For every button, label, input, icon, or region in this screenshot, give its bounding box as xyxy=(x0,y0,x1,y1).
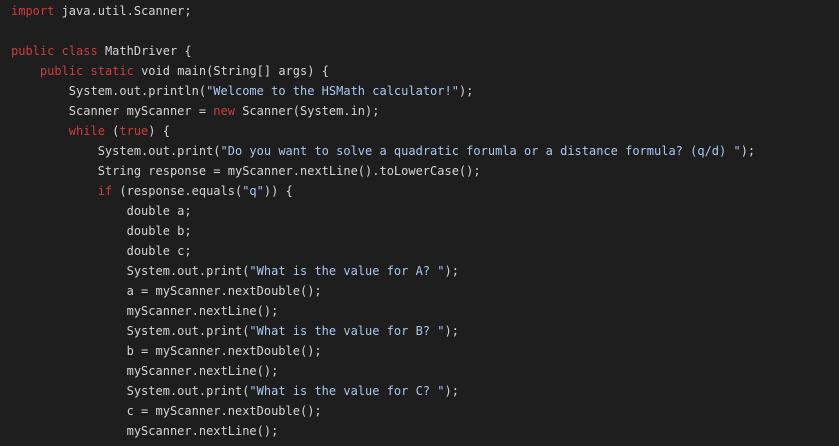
code-keyword: while xyxy=(68,124,105,138)
code-text: double c; xyxy=(126,244,192,258)
code-line[interactable]: myScanner.nextLine(); xyxy=(0,361,839,381)
code-text: double a; xyxy=(126,204,192,218)
code-line[interactable]: System.out.print("What is the value for … xyxy=(0,381,839,401)
code-string: "What is the value for A? " xyxy=(249,264,445,278)
code-keyword: if xyxy=(97,184,113,198)
code-text: void main(String[] args) { xyxy=(133,64,329,78)
code-line[interactable]: public class MathDriver { xyxy=(0,41,839,61)
code-text: String response = myScanner.nextLine().t… xyxy=(97,164,481,178)
code-text: myScanner.nextLine(); xyxy=(126,364,279,378)
code-line[interactable] xyxy=(0,21,839,41)
code-line[interactable]: System.out.print("What is the value for … xyxy=(0,261,839,281)
code-line[interactable]: double a; xyxy=(0,201,839,221)
code-string: "What is the value for B? " xyxy=(249,324,445,338)
code-text: (response.equals( xyxy=(112,184,243,198)
code-string: "q" xyxy=(242,184,264,198)
code-string: "Do you want to solve a quadratic foruml… xyxy=(220,144,741,158)
code-line[interactable]: import java.util.Scanner; xyxy=(0,1,839,21)
code-line[interactable]: public static void main(String[] args) { xyxy=(0,61,839,81)
code-line[interactable]: String response = myScanner.nextLine().t… xyxy=(0,161,839,181)
code-line[interactable]: double c; xyxy=(0,241,839,261)
code-line[interactable]: System.out.print("Do you want to solve a… xyxy=(0,141,839,161)
code-text: ); xyxy=(740,144,756,158)
code-keyword: public xyxy=(39,64,84,78)
code-text: ); xyxy=(444,384,459,398)
code-text: java.util.Scanner; xyxy=(54,4,192,18)
code-line[interactable]: myScanner.nextLine(); xyxy=(0,301,839,321)
code-keyword: import xyxy=(11,4,55,18)
code-text: ); xyxy=(458,84,474,98)
code-line[interactable]: a = myScanner.nextDouble(); xyxy=(0,281,839,301)
code-text: ); xyxy=(444,264,459,278)
code-text: Scanner myScanner = xyxy=(68,104,214,118)
code-text: a = myScanner.nextDouble(); xyxy=(126,284,322,298)
code-string: "What is the value for C? " xyxy=(249,384,445,398)
code-text: System.out.print( xyxy=(126,384,250,398)
code-keyword: new xyxy=(213,104,235,118)
code-text: ); xyxy=(444,324,459,338)
code-text: Scanner(System.in); xyxy=(234,104,380,118)
code-line[interactable]: while (true) { xyxy=(0,121,839,141)
code-text: MathDriver { xyxy=(97,44,192,58)
code-text: System.out.print( xyxy=(126,324,250,338)
code-text: myScanner.nextLine(); xyxy=(126,424,279,438)
code-line[interactable]: System.out.print("What is the value for … xyxy=(0,321,839,341)
code-keyword: static xyxy=(90,64,134,78)
code-editor[interactable]: import java.util.Scanner; public class Ma… xyxy=(0,0,839,446)
code-line[interactable]: myScanner.nextLine(); xyxy=(0,421,839,441)
code-text: System.out.print( xyxy=(97,144,221,158)
code-string: "Welcome to the HSMath calculator!" xyxy=(206,84,459,98)
code-text: myScanner.nextLine(); xyxy=(126,304,279,318)
code-text: System.out.print( xyxy=(126,264,250,278)
code-line[interactable]: if (response.equals("q")) { xyxy=(0,181,839,201)
code-text: )) { xyxy=(263,184,293,198)
code-line[interactable]: System.out.println("Welcome to the HSMat… xyxy=(0,81,839,101)
code-line[interactable]: Scanner myScanner = new Scanner(System.i… xyxy=(0,101,839,121)
code-text: double b; xyxy=(126,224,192,238)
code-text: c = myScanner.nextDouble(); xyxy=(126,404,322,418)
code-keyword: class xyxy=(61,44,98,58)
code-line[interactable]: b = myScanner.nextDouble(); xyxy=(0,341,839,361)
code-text: System.out.println( xyxy=(68,84,207,98)
code-text: ) { xyxy=(148,124,170,138)
code-keyword: public xyxy=(11,44,55,58)
code-line[interactable]: double b; xyxy=(0,221,839,241)
code-keyword: true xyxy=(119,124,149,138)
code-text: b = myScanner.nextDouble(); xyxy=(126,344,322,358)
code-line[interactable]: c = myScanner.nextDouble(); xyxy=(0,401,839,421)
code-text: ( xyxy=(104,124,120,138)
